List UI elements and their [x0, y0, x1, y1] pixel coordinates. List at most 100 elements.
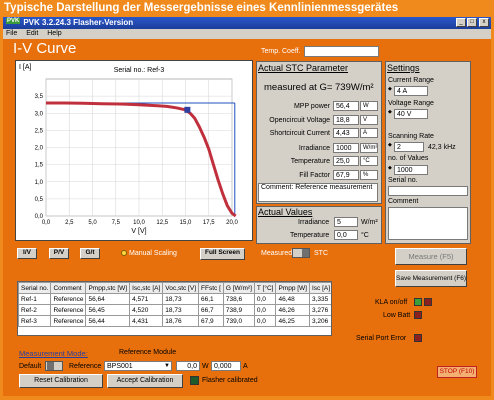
table-row[interactable]: Ref-3 Reference 56,44 4,431 18,76 67,9 739,0 0,…: [18, 315, 331, 327]
table-cell: 67,9: [198, 315, 224, 327]
stop-button[interactable]: STOP (F10): [437, 366, 477, 378]
reference-module-label: Reference Module: [119, 349, 177, 356]
page-title: I-V Curve: [13, 40, 77, 57]
stc-row-label: Opencircuit Voltage: [269, 117, 330, 124]
table-header-cell[interactable]: Pmpp,stc [W]: [85, 282, 131, 294]
kla-label: KLA on/off: [375, 299, 408, 306]
table-cell: 0,0: [253, 315, 277, 327]
accept-calibration-button[interactable]: Accept Calibration: [107, 374, 183, 388]
table-header-cell[interactable]: Isc,stc [A]: [129, 282, 164, 294]
table-header-cell[interactable]: G [W/m²]: [222, 282, 255, 294]
table-cell: 3,206: [308, 315, 331, 327]
results-table: Serial no. Comment Pmpp,stc [W] Isc,stc [A]…: [18, 282, 331, 327]
stc-row-label: Temperature: [290, 158, 330, 165]
flasher-calibrated-led-icon: [190, 376, 199, 385]
settings-comment-label: Comment: [388, 198, 419, 205]
table-header-cell[interactable]: FFstc [: [198, 282, 224, 294]
table-header-cell[interactable]: T [°C]: [253, 282, 277, 294]
voltage-range-field[interactable]: 40 V: [394, 109, 428, 119]
reference-module-select[interactable]: BPS001 ▼: [104, 361, 172, 371]
low-batt-label: Low Batt: [383, 312, 411, 319]
no-of-values-spinner-icon[interactable]: ◆: [388, 165, 392, 171]
iv-chart-panel: 0,0 2,5 5,0 7,5 10,0 12,5 15,0 17,5 20,0 0,0 0,5 1,…: [15, 60, 253, 241]
app-icon: PVK: [6, 18, 21, 24]
current-range-field[interactable]: 4 A: [394, 86, 428, 96]
temp-coeff-field[interactable]: [304, 46, 379, 57]
table-row[interactable]: Ref-1 Reference 56,64 4,571 18,73 66,1 738,6 0,…: [18, 293, 331, 305]
kla-toggle-icon[interactable]: [424, 298, 432, 306]
table-cell: 739,0: [222, 315, 255, 327]
stc-row-unit: A: [360, 128, 378, 138]
stc-row-label: Irradiance: [298, 145, 330, 152]
pv-view-button[interactable]: P/V: [49, 248, 69, 259]
scanning-rate-field[interactable]: 2: [394, 142, 424, 152]
maximize-button[interactable]: □: [467, 18, 477, 27]
close-button[interactable]: x: [479, 18, 489, 27]
current-range-spinner-icon[interactable]: ◆: [388, 86, 392, 92]
stc-row-unit: W/m²: [360, 143, 378, 153]
temp-coeff-label: Temp. Coeff.: [261, 48, 301, 55]
settings-title: Settings: [387, 63, 420, 73]
table-header-cell[interactable]: Pmpp [W]: [275, 282, 310, 294]
voltage-range-label: Voltage Range: [388, 100, 434, 107]
stc-row-value: 56,4: [333, 101, 359, 111]
ref-current-unit: A: [243, 363, 248, 370]
page-caption: Typische Darstellung der Messergebnisse …: [0, 0, 494, 17]
table-header-cell[interactable]: Comment: [50, 282, 87, 294]
menu-help[interactable]: Help: [47, 30, 61, 37]
voltage-range-spinner-icon[interactable]: ◆: [388, 109, 392, 115]
table-cell: 46,25: [275, 315, 310, 327]
serial-no-field[interactable]: [388, 186, 468, 196]
table-cell: Ref-2: [18, 304, 52, 316]
table-cell: 66,7: [198, 304, 224, 316]
table-cell: Ref-1: [18, 293, 52, 305]
table-cell: 0,0: [253, 304, 277, 316]
table-header-cell[interactable]: Voc,stc [V]: [162, 282, 200, 294]
save-measurement-button[interactable]: Save Measurement (F6): [395, 270, 467, 287]
minimize-button[interactable]: _: [456, 18, 466, 27]
table-header-cell[interactable]: Serial no.: [18, 282, 52, 294]
mpp-marker: [184, 106, 191, 113]
x-axis-label: V [V]: [131, 228, 146, 235]
stc-comment: Comment: Reference measurement: [258, 183, 378, 202]
table-row[interactable]: Ref-2 Reference 56,45 4,520 18,73 66,7 738,9 0,…: [18, 304, 331, 316]
reset-calibration-button[interactable]: Reset Calibration: [19, 374, 103, 388]
y-tick-label: 3,0: [35, 111, 44, 117]
stc-row-unit: V: [360, 115, 378, 125]
menu-edit[interactable]: Edit: [26, 30, 38, 37]
kla-led-icon: [414, 298, 422, 306]
window-title: PVK 3.2.24.3 Flasher-Version: [23, 18, 134, 27]
ref-current-field: 0,000: [211, 361, 241, 371]
table-cell: 4,431: [129, 315, 164, 327]
reference-mode-label: Reference: [69, 363, 102, 370]
table-cell: 3,335: [308, 293, 331, 305]
actual-temperature-unit: °C: [361, 232, 369, 239]
chart-title: Serial no.: Ref-3: [114, 67, 165, 74]
ref-power-unit: W: [202, 363, 209, 370]
measured-stc-toggle[interactable]: [292, 248, 310, 258]
full-screen-button[interactable]: Full Screen: [200, 248, 245, 260]
stc-row-unit: W: [360, 101, 378, 111]
table-header-cell[interactable]: Isc [A]: [308, 282, 331, 294]
table-cell: 738,9: [222, 304, 255, 316]
dropdown-chevron-icon[interactable]: ▼: [164, 362, 170, 370]
serial-no-label: Serial no.: [388, 177, 418, 184]
menu-file[interactable]: File: [6, 30, 17, 37]
current-range-label: Current Range: [388, 77, 434, 84]
mode-toggle[interactable]: [45, 361, 63, 371]
measure-button[interactable]: Measure (F5): [395, 248, 467, 265]
manual-scaling-radio[interactable]: [121, 250, 127, 256]
stc-title: Actual STC Parameter: [258, 63, 349, 73]
measured-at-irradiance: measured at G= 739W/m²: [264, 82, 374, 93]
no-of-values-field[interactable]: 1000: [394, 165, 428, 175]
scanning-rate-spinner-icon[interactable]: ◆: [388, 142, 392, 148]
settings-comment-field[interactable]: [388, 207, 468, 240]
stc-row-label: MPP power: [293, 103, 330, 110]
table-cell: 18,73: [162, 293, 200, 305]
gt-view-button[interactable]: G/t: [80, 248, 100, 259]
stc-row-unit: %: [360, 170, 378, 180]
iv-view-button[interactable]: I/V: [17, 248, 37, 259]
stc-row-label: Fill Factor: [299, 172, 330, 179]
window-titlebar: PVK PVK 3.2.24.3 Flasher-Version: [3, 17, 491, 29]
stc-row-unit: °C: [360, 156, 378, 166]
